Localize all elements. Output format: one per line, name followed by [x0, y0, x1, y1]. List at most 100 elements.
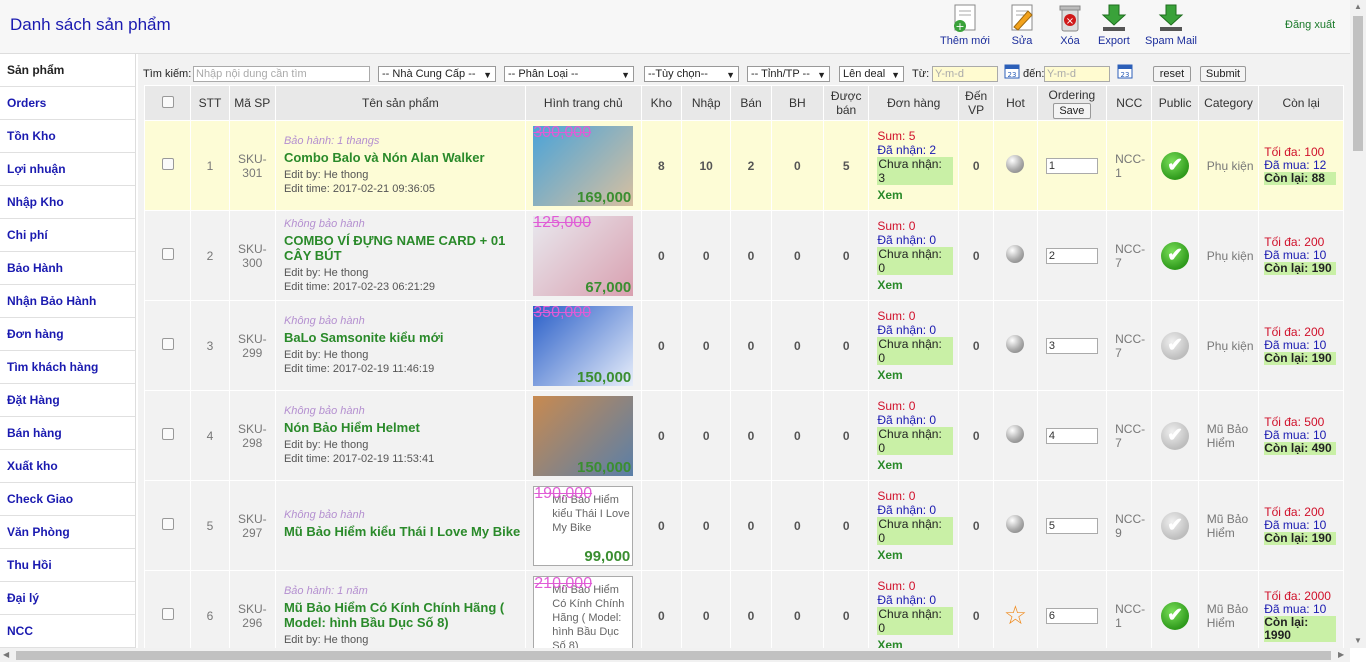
sidebar-item[interactable]: Thu Hồi [0, 549, 135, 582]
star-icon[interactable]: ☆ [1004, 600, 1027, 630]
row-checkbox[interactable] [161, 338, 174, 350]
sidebar-item[interactable]: Check Giao [0, 483, 135, 516]
calendar-icon[interactable]: 23 [1004, 63, 1020, 79]
product-thumbnail[interactable]: 300,000 169,000 [533, 125, 634, 206]
province-select[interactable]: -- Tỉnh/TP -- ▼ [747, 66, 830, 82]
product-name-link[interactable]: Mũ Bảo Hiểm kiểu Thái I Love My Bike [284, 524, 525, 539]
horizontal-scroll-thumb[interactable] [16, 651, 1331, 660]
add-new-button[interactable]: + Thêm mới [940, 3, 990, 47]
calendar-icon[interactable]: 23 [1117, 63, 1133, 79]
table-row[interactable]: 4 SKU-298 Không bảo hành Nón Bảo Hiểm Helme… [143, 390, 1344, 481]
product-name-link[interactable]: Combo Balo và Nón Alan Walker [284, 150, 525, 165]
ordering-input[interactable]: 1 [1045, 157, 1098, 174]
public-check-icon[interactable]: ✔ [1161, 331, 1190, 360]
to-label: đến: [1023, 68, 1045, 80]
sidebar-item[interactable]: Tìm khách hàng [0, 351, 135, 384]
product-name-link[interactable]: Nón Bảo Hiểm Helmet [284, 420, 525, 435]
sidebar-item[interactable]: Lợi nhuận [0, 153, 135, 186]
scroll-up-icon[interactable]: ▲ [1354, 2, 1362, 11]
search-input[interactable]: Nhập nội dung cần tìm [193, 66, 370, 82]
hot-toggle-icon[interactable] [1006, 155, 1025, 173]
product-thumbnail[interactable]: Mũ Bảo Hiểm kiểu Thái I Love My Bike 190,… [533, 485, 634, 566]
product-name-link[interactable]: Mũ Bảo Hiểm Có Kính Chính Hãng ( Model: … [284, 600, 525, 630]
row-checkbox[interactable] [161, 518, 174, 530]
edit-button[interactable]: Sửa [1008, 3, 1036, 47]
export-button[interactable]: Export [1098, 3, 1130, 47]
sidebar-item[interactable]: Đơn hàng [0, 318, 135, 351]
sidebar-item[interactable]: Đại lý [0, 582, 135, 615]
sidebar-item[interactable]: NCC [0, 615, 135, 648]
sidebar-item[interactable]: Sản phẩm [0, 54, 135, 87]
sidebar-item[interactable]: Bảo Hành [0, 252, 135, 285]
product-thumbnail[interactable]: 125,000 67,000 [533, 215, 634, 296]
product-thumbnail[interactable]: 350,000 150,000 [533, 305, 634, 386]
row-checkbox[interactable] [161, 608, 174, 620]
product-thumbnail[interactable]: 150,000 [533, 395, 634, 476]
table-row[interactable]: 5 SKU-297 Không bảo hành Mũ Bảo Hiểm kiểu T… [143, 480, 1344, 571]
view-orders-link[interactable]: Xem [877, 188, 958, 202]
from-date-input[interactable]: Y-m-d [932, 66, 998, 82]
table-row[interactable]: 6 SKU-296 Bảo hành: 1 năm Mũ Bảo Hiểm Có Kí… [143, 570, 1344, 661]
scroll-left-icon[interactable]: ◀ [3, 650, 9, 659]
supplier-select[interactable]: -- Nhà Cung Cấp -- ▼ [378, 66, 496, 82]
max-label: Tối đa: [1264, 505, 1301, 519]
save-ordering-button[interactable]: Save [1052, 102, 1091, 119]
spam-mail-button[interactable]: Spam Mail [1145, 3, 1197, 47]
view-orders-link[interactable]: Xem [877, 278, 958, 292]
hot-toggle-icon[interactable] [1006, 425, 1025, 443]
hot-toggle-icon[interactable] [1006, 515, 1025, 533]
public-check-icon[interactable]: ✔ [1161, 421, 1190, 450]
scroll-down-icon[interactable]: ▼ [1354, 636, 1362, 645]
option-select[interactable]: --Tùy chọn-- ▼ [644, 66, 739, 82]
delete-button[interactable]: × Xóa [1056, 3, 1084, 47]
horizontal-scrollbar[interactable]: ◀ ▶ [0, 648, 1350, 662]
sidebar-item[interactable]: Tồn Kho [0, 120, 135, 153]
table-row[interactable]: 1 SKU-301 Bảo hành: 1 thangs Combo Balo và … [143, 120, 1344, 211]
order-sum: Sum: 5 [877, 129, 958, 143]
ncc-cell: NCC-7 [1106, 390, 1153, 481]
product-name-link[interactable]: COMBO VÍ ĐỰNG NAME CARD + 01 CÂY BÚT [284, 233, 525, 263]
ordering-input[interactable]: 4 [1045, 427, 1098, 444]
sidebar-item[interactable]: Bán hàng [0, 417, 135, 450]
row-checkbox[interactable] [161, 248, 174, 260]
ordering-input[interactable]: 6 [1045, 607, 1098, 624]
product-thumbnail[interactable]: Mũ Bảo Hiểm Có Kính Chính Hãng ( Model: … [533, 575, 634, 656]
table-row[interactable]: 2 SKU-300 Không bảo hành COMBO VÍ ĐỰNG NAME… [143, 210, 1344, 301]
option-select-value: --Tùy chọn-- [648, 68, 708, 80]
view-orders-link[interactable]: Xem [877, 548, 958, 562]
ordering-input[interactable]: 5 [1045, 517, 1098, 534]
public-check-icon[interactable]: ✔ [1161, 241, 1190, 270]
sidebar-item[interactable]: Nhập Kho [0, 186, 135, 219]
table-row[interactable]: 3 SKU-299 Không bảo hành BaLo Samsonite kiể… [143, 300, 1344, 391]
public-check-icon[interactable]: ✔ [1161, 511, 1190, 540]
logout-link[interactable]: Đăng xuất [1285, 19, 1335, 31]
to-date-input[interactable]: Y-m-d [1044, 66, 1110, 82]
category-select[interactable]: -- Phân Loại -- ▼ [504, 66, 634, 82]
sidebar-item[interactable]: Orders [0, 87, 135, 120]
warranty-count-cell: 0 [770, 570, 825, 661]
scroll-right-icon[interactable]: ▶ [1338, 650, 1344, 659]
public-check-icon[interactable]: ✔ [1161, 601, 1190, 630]
sidebar-item[interactable]: Đặt Hàng [0, 384, 135, 417]
vertical-scroll-thumb[interactable] [1353, 16, 1363, 151]
row-checkbox[interactable] [161, 428, 174, 440]
ordering-input[interactable]: 2 [1045, 247, 1098, 264]
reset-button[interactable]: reset [1153, 66, 1191, 82]
view-orders-link[interactable]: Xem [877, 458, 958, 472]
product-name-link[interactable]: BaLo Samsonite kiểu mới [284, 330, 525, 345]
hot-toggle-icon[interactable] [1006, 245, 1025, 263]
select-all-checkbox[interactable] [161, 95, 174, 108]
order-not-received-value: 0 [878, 351, 886, 365]
sidebar-item[interactable]: Xuất kho [0, 450, 135, 483]
sidebar-item[interactable]: Văn Phòng [0, 516, 135, 549]
row-checkbox[interactable] [161, 158, 174, 170]
view-orders-link[interactable]: Xem [877, 368, 958, 382]
sidebar-item[interactable]: Chi phí [0, 219, 135, 252]
ordering-input[interactable]: 3 [1045, 337, 1098, 354]
public-check-icon[interactable]: ✔ [1161, 151, 1190, 180]
hot-toggle-icon[interactable] [1006, 335, 1025, 353]
vertical-scrollbar[interactable]: ▲ ▼ [1350, 0, 1366, 648]
deal-select[interactable]: Lên deal ▼ [839, 66, 904, 82]
submit-button[interactable]: Submit [1200, 66, 1246, 82]
sidebar-item[interactable]: Nhận Bảo Hành [0, 285, 135, 318]
